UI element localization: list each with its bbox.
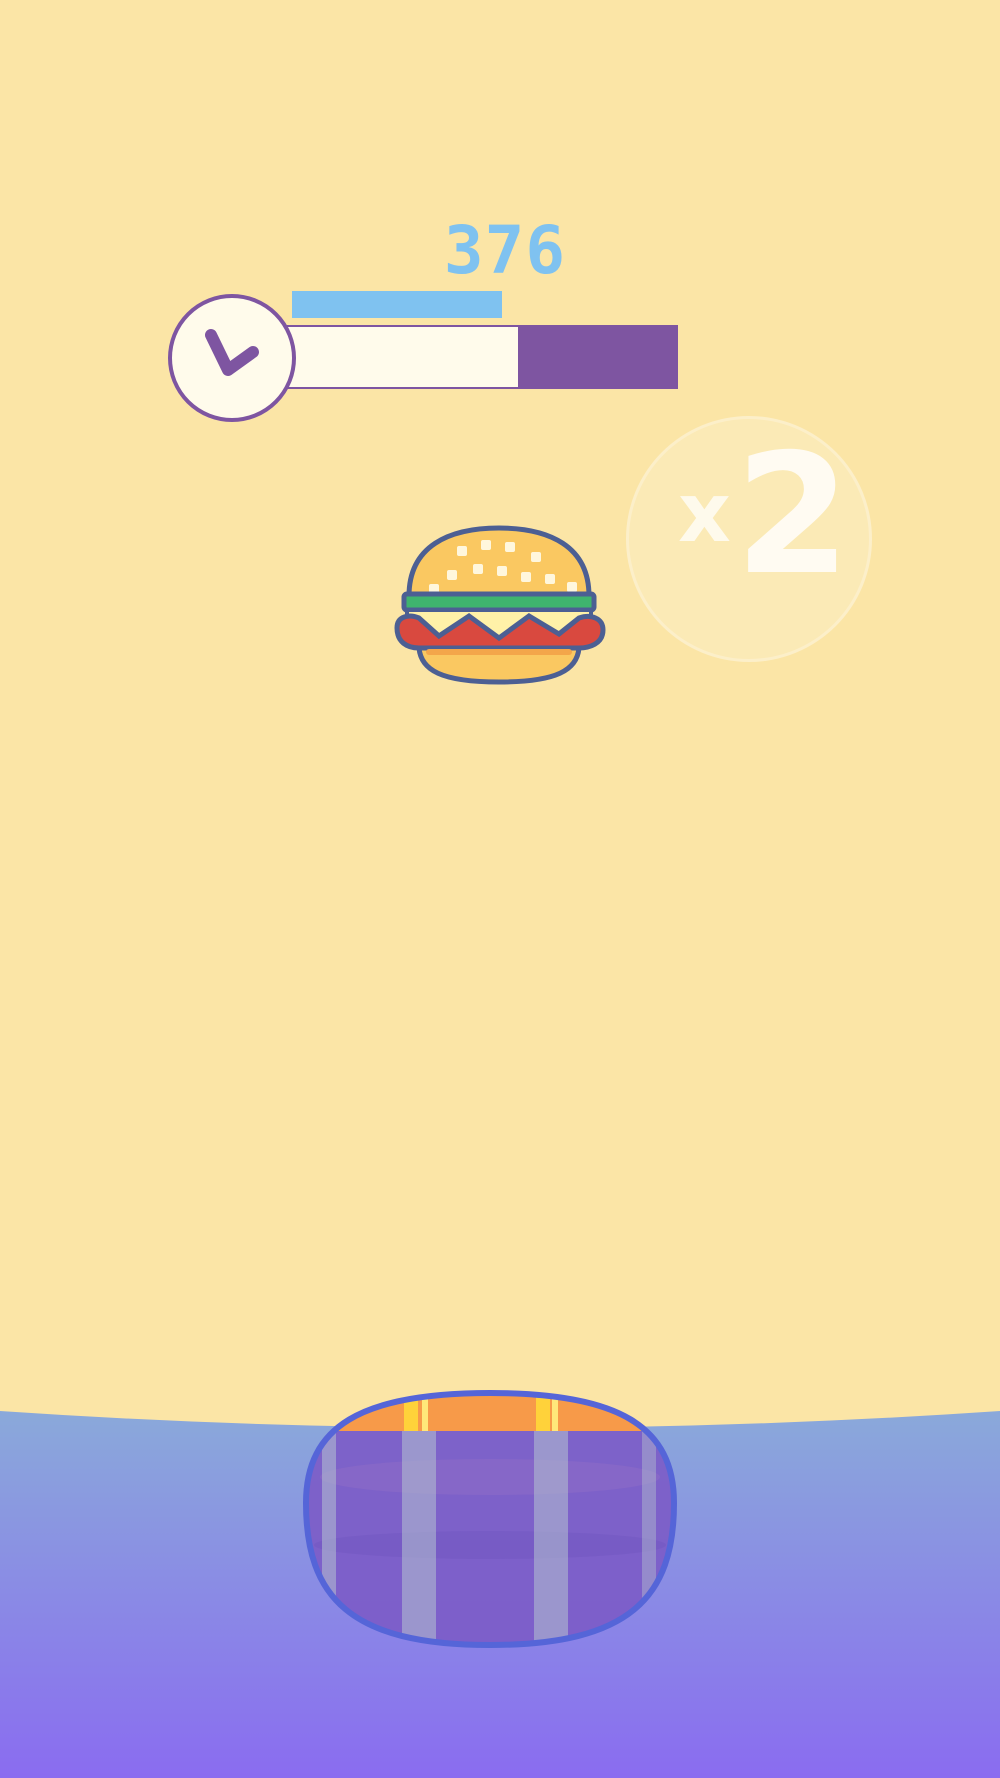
- multiplier-badge[interactable]: x 2: [626, 416, 872, 662]
- timer-fill: [278, 325, 518, 389]
- timer-bar: [166, 292, 714, 426]
- multiplier-prefix: x: [678, 466, 731, 561]
- clock-icon: [168, 294, 296, 422]
- burger-icon[interactable]: [389, 524, 609, 688]
- game-stage[interactable]: 376 x 2: [0, 0, 1000, 1778]
- multiplier-value: 2: [735, 419, 851, 612]
- basket-icon[interactable]: [300, 1385, 680, 1653]
- timer-track: [278, 325, 678, 389]
- score-counter: 376: [443, 212, 567, 289]
